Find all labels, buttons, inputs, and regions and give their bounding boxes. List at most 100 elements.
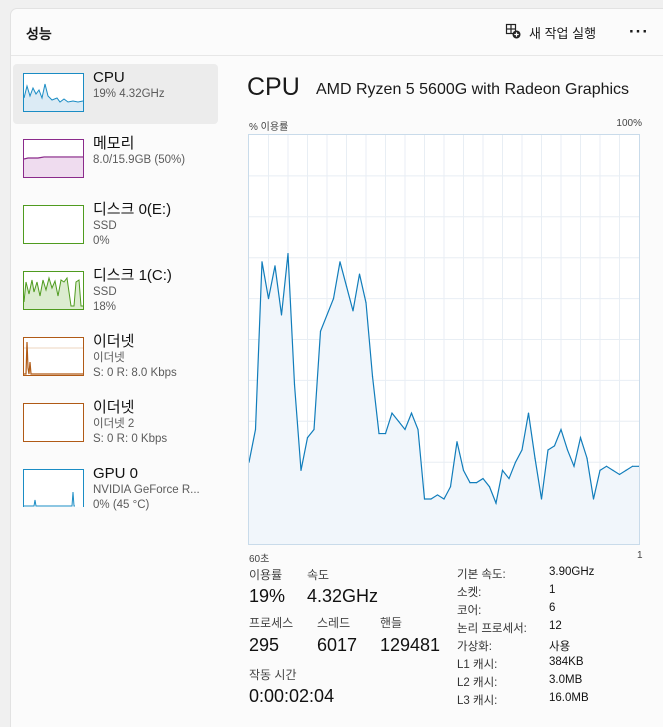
y-axis-label: % 이용률	[249, 122, 289, 133]
run-new-task-button[interactable]: 새 작업 실행	[505, 23, 596, 42]
sidebar-item-detail-2: S: 0 R: 8.0 Kbps	[93, 367, 177, 379]
sidebar-item-name: 이더넷	[93, 399, 135, 416]
spec-label: L1 캐시:	[457, 659, 498, 671]
cpu-usage-point	[397, 420, 400, 422]
cpu-usage-point	[579, 437, 582, 439]
sidebar-item-cpu[interactable]: CPU 19% 4.32GHz	[13, 64, 218, 124]
cpu-usage-point	[605, 465, 608, 467]
spec-label: 가상화:	[457, 641, 492, 653]
run-task-label: 새 작업 실행	[529, 26, 597, 41]
uptime-label: 작동 시간	[249, 668, 297, 682]
speed-value: 4.32GHz	[307, 586, 379, 606]
cpu-usage-point	[631, 465, 634, 467]
disk-0-thumbnail	[23, 205, 84, 244]
cpu-model-name: AMD Ryzen 5 5600G with Radeon Graphics	[316, 81, 630, 98]
cpu-usage-point	[618, 473, 621, 476]
sidebar-item-detail-2: 0% (45 °C)	[93, 499, 150, 511]
sidebar-item-name: 디스크 1(C:)	[93, 267, 172, 284]
cpu-usage-point	[339, 261, 341, 263]
cpu-usage-point	[313, 428, 315, 431]
cpu-usage-point	[547, 449, 549, 451]
spec-value: 16.0MB	[549, 692, 589, 704]
cpu-usage-point	[410, 412, 413, 414]
handles-label: 핸들	[380, 616, 403, 630]
sidebar-item-detail: NVIDIA GeForce R...	[93, 484, 200, 496]
sidebar-item-name: 메모리	[93, 135, 135, 152]
page-title: 성능	[26, 26, 52, 42]
task-manager-window: 성능 새 작업 실행 ··· CPU 19% 4.32GHz 메모리 8.0/1…	[10, 8, 663, 727]
cpu-usage-point	[326, 314, 328, 316]
cpu-usage-point	[345, 285, 348, 287]
cpu-usage-point	[508, 477, 510, 480]
threads-value: 6017	[317, 635, 358, 655]
spec-value: 3.0MB	[549, 674, 583, 686]
spec-l1-cache: L1 캐시: 384KB	[457, 656, 584, 672]
ethernet-2-thumbnail	[23, 403, 84, 442]
cpu-usage-point	[501, 469, 504, 471]
cpu-usage-point	[300, 469, 302, 471]
cpu-usage-point	[358, 273, 361, 275]
cpu-usage-point	[495, 502, 497, 504]
spec-label: L2 캐시:	[457, 677, 498, 689]
cpu-usage-point	[586, 457, 588, 459]
cpu-usage-point	[560, 428, 562, 431]
cpu-usage-point	[417, 428, 419, 431]
speed-label: 속도	[307, 568, 330, 582]
utilization-value: 19%	[249, 586, 286, 606]
cpu-usage-point	[274, 265, 276, 267]
cpu-usage-point	[378, 432, 380, 435]
cpu-usage-point	[475, 482, 478, 484]
sidebar-item-gpu-0[interactable]: GPU 0 NVIDIA GeForce R... 0% (45 °C)	[13, 460, 218, 520]
disk-1-thumbnail	[23, 271, 84, 310]
cpu-usage-point	[261, 261, 263, 263]
cpu-usage-point	[456, 441, 458, 443]
x-axis-right-label: 1	[637, 550, 643, 561]
handles-value: 129481	[380, 635, 441, 655]
sidebar-item-detail: SSD	[93, 220, 117, 232]
cpu-usage-point	[469, 482, 471, 484]
sidebar-item-detail: 이더넷	[93, 352, 125, 364]
processes-value: 295	[249, 635, 280, 655]
cpu-usage-point	[436, 494, 439, 496]
ethernet-thumbnail	[23, 337, 84, 376]
memory-thumbnail	[23, 139, 84, 178]
cpu-usage-point	[449, 486, 452, 488]
spec-l2-cache: L2 캐시: 3.0MB	[457, 674, 582, 690]
spec-value: 사용	[549, 641, 571, 653]
cpu-usage-point	[280, 314, 283, 316]
sidebar-item-detail-2: 18%	[93, 301, 117, 313]
sidebar-item-ethernet[interactable]: 이더넷 이더넷 S: 0 R: 8.0 Kbps	[13, 328, 218, 388]
spec-logical-processors: 논리 프로세서: 12	[457, 620, 562, 636]
cpu-usage-point	[553, 445, 556, 447]
cpu-thumbnail	[23, 73, 84, 112]
sidebar-item-detail: 8.0/15.9GB (50%)	[93, 154, 186, 166]
sidebar-item-disk-0[interactable]: 디스크 0(E:) SSD 0%	[13, 196, 218, 256]
threads-label: 스레드	[317, 616, 351, 630]
cpu-usage-point	[521, 449, 523, 451]
sidebar-item-name: 이더넷	[93, 333, 135, 350]
sidebar-item-detail: SSD	[93, 286, 117, 298]
cpu-usage-point	[625, 469, 627, 471]
spec-value: 384KB	[549, 656, 584, 668]
cpu-usage-point	[534, 457, 536, 459]
sidebar-item-detail: 19% 4.32GHz	[93, 88, 165, 100]
cpu-usage-point	[527, 412, 530, 414]
sidebar-item-memory[interactable]: 메모리 8.0/15.9GB (50%)	[13, 130, 218, 190]
cpu-usage-point	[514, 461, 517, 463]
spec-value: 6	[549, 602, 556, 614]
run-task-icon	[505, 23, 521, 42]
sidebar-item-detail-2: 0%	[93, 235, 110, 247]
cpu-usage-point	[423, 498, 426, 500]
cpu-title: CPU	[247, 73, 300, 101]
spec-value: 12	[549, 620, 562, 632]
sidebar-item-disk-1[interactable]: 디스크 1(C:) SSD 18%	[13, 262, 218, 322]
cpu-usage-graph	[248, 134, 640, 545]
cpu-usage-point	[404, 428, 406, 431]
sidebar-item-ethernet-2[interactable]: 이더넷 이더넷 2 S: 0 R: 0 Kbps	[13, 394, 218, 454]
cpu-usage-point	[352, 310, 354, 312]
cpu-usage-point	[293, 383, 296, 386]
spec-base-speed: 기본 속도: 3.90GHz	[457, 566, 594, 582]
sidebar-item-name: 디스크 0(E:)	[93, 201, 172, 218]
more-options-button[interactable]: ···	[629, 22, 649, 42]
cpu-usage-point	[384, 432, 387, 435]
